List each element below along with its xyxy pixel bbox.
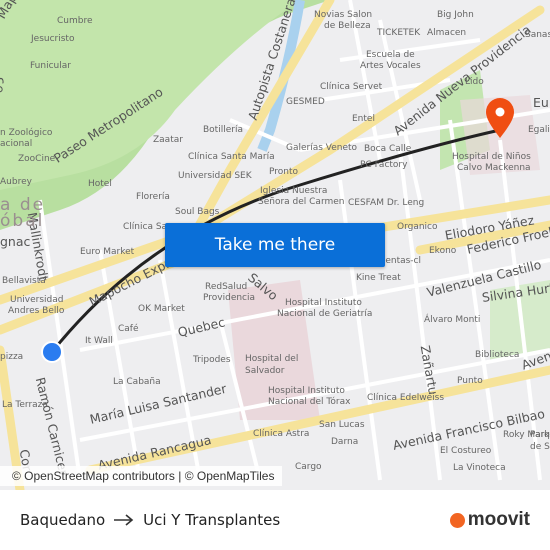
- place-label: It Wall: [85, 336, 113, 346]
- place-label: Zaatar: [153, 135, 183, 145]
- street-label: gnac: [0, 234, 31, 249]
- place-label: Entel: [352, 114, 375, 124]
- place-label: Universidad: [10, 295, 64, 305]
- place-label: Almacen: [427, 28, 467, 38]
- footer-bar: Baquedano Uci Y Transplantes moovit: [0, 490, 550, 550]
- place-label: PC Factory: [360, 160, 408, 170]
- place-label: Organico: [397, 222, 438, 232]
- place-label: Boca Calle: [364, 144, 412, 154]
- place-label: n Zoológico: [0, 128, 53, 138]
- place-label: pizza: [0, 352, 24, 362]
- place-label: Hospital de Niños: [452, 152, 531, 162]
- map[interactable]: Paseo Metropolitano Autopista Costanera …: [0, 0, 550, 490]
- place-label: Clínica Astra: [253, 429, 310, 439]
- place-label: Biblioteca: [475, 350, 520, 360]
- take-me-there-button[interactable]: Take me there: [165, 223, 385, 267]
- place-label: de S: [530, 442, 550, 452]
- place-label: La Vinoteca: [453, 463, 506, 473]
- place-label: El Costureo: [440, 446, 492, 456]
- place-label: Kine Treat: [356, 273, 401, 283]
- district-label: a de: [0, 195, 46, 215]
- destination-name: Uci Y Transplantes: [143, 511, 281, 529]
- place-label: Sanas: [525, 30, 550, 40]
- place-label: GESMED: [286, 97, 325, 107]
- place-label: Hotel: [88, 179, 112, 189]
- place-label: Clínica Sa: [123, 222, 168, 232]
- place-label: Parq: [530, 430, 550, 440]
- place-label: acional: [0, 139, 33, 149]
- place-label: RedSalud: [205, 282, 248, 292]
- place-label: La Cabaña: [113, 377, 161, 387]
- place-label: Hospital Instituto: [268, 386, 345, 396]
- place-label: Galerías Veneto: [286, 143, 358, 153]
- place-label: Egali: [528, 125, 550, 135]
- place-label: Aubrey: [0, 177, 32, 187]
- moovit-logo-icon: [449, 512, 465, 528]
- place-label: Iglesia Nuestra: [260, 186, 328, 196]
- origin-name: Baquedano: [20, 511, 106, 529]
- place-label: Soul Bags: [175, 207, 220, 217]
- place-label: Clínica Edelweiss: [367, 393, 445, 403]
- place-label: Café: [118, 324, 139, 334]
- place-label: Hospital del: [245, 354, 299, 364]
- place-label: Euro Market: [80, 247, 135, 257]
- place-label: Providencia: [203, 293, 256, 303]
- place-label: Calvo Mackenna: [457, 163, 531, 173]
- place-label: de Belleza: [324, 21, 371, 31]
- place-label: Salvador: [245, 366, 285, 376]
- place-label: La Terraza: [2, 400, 48, 410]
- place-label: Pronto: [269, 167, 299, 177]
- place-label: TICKETEK: [377, 28, 421, 38]
- place-label: OK Market: [138, 304, 185, 314]
- place-label: Álvaro Monti: [424, 315, 481, 325]
- place-label: Darna: [331, 437, 359, 447]
- brand-name: moovit: [467, 509, 530, 530]
- place-label: Lido: [465, 77, 484, 87]
- place-label: CESFAM Dr. Leng: [348, 198, 425, 208]
- place-label: ventas-cl: [380, 256, 421, 266]
- place-label: Artes Vocales: [360, 61, 421, 71]
- place-label: San Lucas: [319, 420, 365, 430]
- place-label: Clínica Servet: [320, 82, 383, 92]
- place-label: Universidad SEK: [178, 171, 252, 181]
- place-label: Florería: [136, 192, 170, 202]
- moovit-logo: moovit: [449, 509, 530, 531]
- street-label: Eu: [533, 95, 549, 110]
- origin-marker[interactable]: [41, 341, 63, 363]
- place-label: Hospital Instituto: [285, 298, 362, 308]
- place-label: Jesucristo: [31, 34, 75, 44]
- place-label: Bellavista: [2, 276, 46, 286]
- place-label: ZooCine: [18, 154, 56, 164]
- place-label: Botillería: [203, 125, 243, 135]
- place-label: Big John: [437, 10, 474, 20]
- place-label: Punto: [457, 376, 483, 386]
- place-label: Cargo: [295, 462, 322, 472]
- place-label: Nacional del Tórax: [268, 397, 351, 407]
- place-label: Señora del Carmen: [258, 197, 345, 207]
- route-summary: Baquedano Uci Y Transplantes: [20, 511, 280, 529]
- place-label: Clínica Santa María: [188, 152, 275, 162]
- place-label: Escuela de: [366, 50, 415, 60]
- map-attribution[interactable]: © OpenStreetMap contributors | © OpenMap…: [0, 466, 283, 486]
- place-label: Cumbre: [57, 16, 93, 26]
- arrow-right-icon: [114, 514, 134, 526]
- place-label: Nacional de Geriatría: [277, 309, 373, 319]
- place-label: Tripodes: [193, 355, 231, 365]
- place-label: Ekono: [429, 246, 457, 256]
- place-label: Funicular: [30, 61, 71, 71]
- place-label: Andres Bello: [8, 306, 65, 316]
- place-label: Novias Salon: [314, 10, 373, 20]
- district-label: óbal: [0, 211, 45, 231]
